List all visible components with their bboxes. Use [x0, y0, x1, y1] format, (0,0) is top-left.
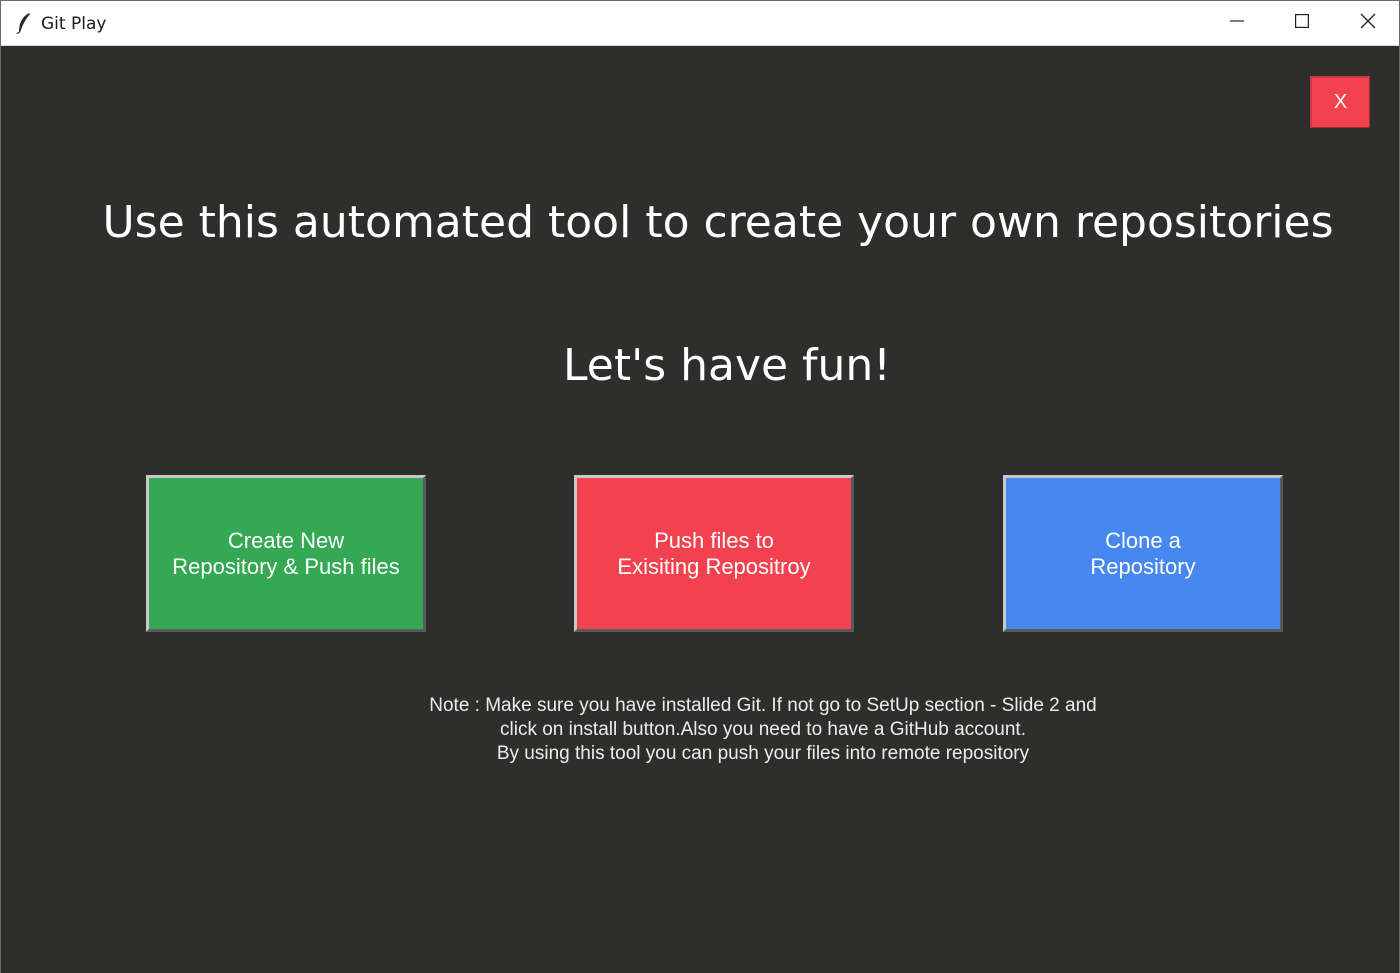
title-bar[interactable]: Git Play [1, 1, 1399, 46]
main-content: X Use this automated tool to create your… [1, 47, 1399, 973]
minimize-icon [1230, 14, 1244, 33]
feather-icon [16, 12, 32, 35]
minimize-button[interactable] [1204, 1, 1270, 46]
maximize-icon [1295, 14, 1310, 33]
push-files-button[interactable]: Push files to Exisiting Repositroy [574, 475, 854, 632]
close-icon [1360, 13, 1376, 34]
page-subtitle: Let's have fun! [563, 340, 891, 391]
note-text: Note : Make sure you have installed Git.… [429, 695, 1097, 764]
page-title: Use this automated tool to create your o… [102, 197, 1334, 248]
window-close-button[interactable] [1335, 1, 1400, 46]
exit-button[interactable]: X [1310, 76, 1370, 128]
app-window: Git Play X Use this automated tool to cr… [0, 0, 1400, 973]
clone-repository-button[interactable]: Clone a Repository [1003, 475, 1283, 632]
window-title: Git Play [41, 14, 107, 34]
maximize-button[interactable] [1269, 1, 1335, 46]
create-repository-button[interactable]: Create New Repository & Push files [146, 475, 426, 632]
